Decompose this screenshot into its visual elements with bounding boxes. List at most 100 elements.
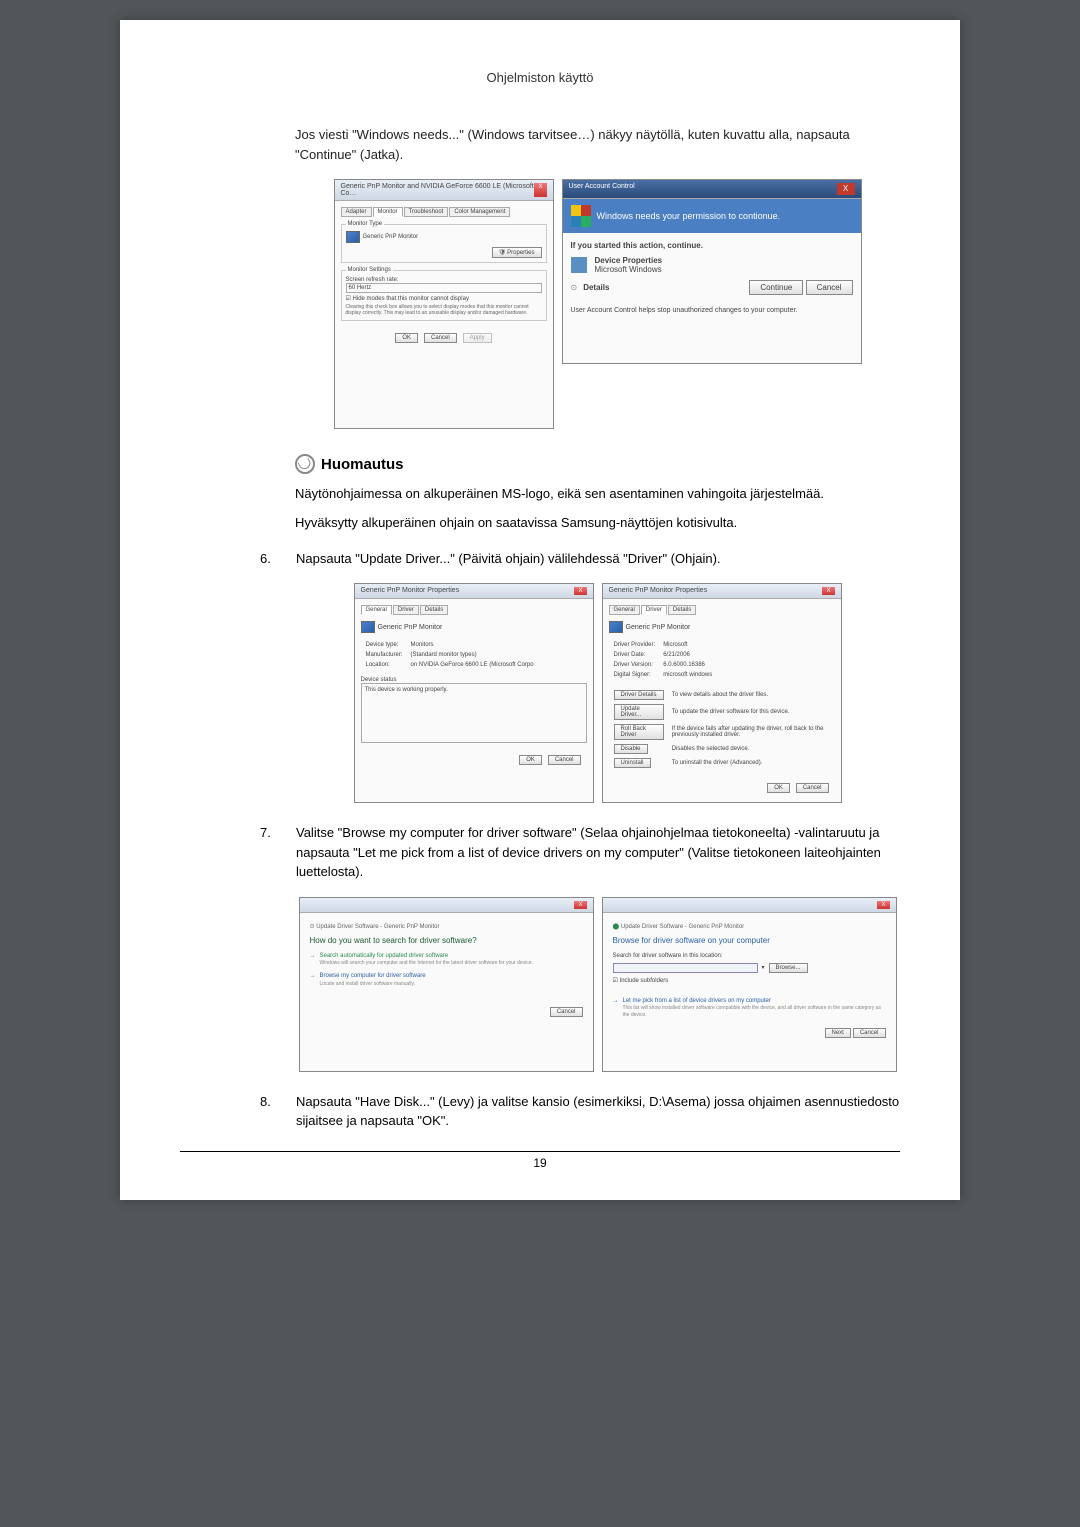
step-8: 8. Napsauta "Have Disk..." (Levy) ja val…: [260, 1092, 900, 1131]
dialog-titlebar: Generic PnP Monitor Properties X: [355, 584, 593, 599]
cancel-button[interactable]: Cancel: [853, 1028, 886, 1038]
monitor-name: Generic PnP Monitor: [626, 624, 691, 631]
apply-button[interactable]: Apply: [463, 333, 492, 343]
close-icon[interactable]: X: [837, 183, 855, 195]
update-wizard-1: X ⊙ Update Driver Software - Generic PnP…: [299, 897, 594, 1072]
close-icon[interactable]: X: [574, 901, 586, 909]
dialog-tabs: Adapter Monitor Troubleshoot Color Manag…: [341, 207, 547, 217]
dialog-title: Generic PnP Monitor and NVIDIA GeForce 6…: [341, 183, 535, 197]
wizard-title: ⬤ Update Driver Software - Generic PnP M…: [613, 923, 886, 930]
page-number: 19: [533, 1156, 546, 1170]
close-icon[interactable]: X: [574, 587, 586, 595]
continue-button[interactable]: Continue: [749, 280, 803, 295]
status-box: This device is working properly.: [361, 683, 587, 743]
update-wizard-2: X ⬤ Update Driver Software - Generic PnP…: [602, 897, 897, 1072]
wizard-title: ⊙ Update Driver Software - Generic PnP M…: [310, 923, 583, 930]
tab-adapter[interactable]: Adapter: [341, 207, 372, 217]
wizard-option-1[interactable]: Search automatically for updated driver …: [310, 953, 583, 967]
cancel-button[interactable]: Cancel: [550, 1007, 583, 1017]
properties-button[interactable]: Properties: [492, 247, 542, 258]
screenshot-row-2: Generic PnP Monitor Properties X General…: [295, 583, 900, 803]
device-info-table: Device type:Monitors Manufacturer:(Stand…: [361, 639, 539, 671]
tab-details[interactable]: Details: [420, 605, 448, 615]
step-text: Napsauta "Have Disk..." (Levy) ja valits…: [296, 1092, 900, 1131]
uac-started-text: If you started this action, continue.: [571, 241, 853, 250]
ok-button[interactable]: OK: [767, 783, 790, 793]
note-line-2: Hyväksytty alkuperäinen ohjain on saatav…: [295, 513, 900, 534]
uac-banner-text: Windows needs your permission to contion…: [597, 211, 781, 221]
page-header: Ohjelmiston käyttö: [180, 70, 900, 85]
disable-button[interactable]: Disable: [614, 744, 648, 754]
dialog-title: Generic PnP Monitor Properties: [361, 587, 460, 595]
refresh-select[interactable]: 60 Hertz: [346, 283, 542, 293]
uac-dialog: User Account Control X Windows needs you…: [562, 179, 862, 364]
wizard-heading: Browse for driver software on your compu…: [613, 936, 886, 945]
next-button[interactable]: Next: [825, 1028, 851, 1038]
monitor-icon: [609, 621, 623, 633]
cancel-button[interactable]: Cancel: [806, 280, 853, 295]
dialog-titlebar: X: [603, 898, 896, 913]
arrow-icon: [310, 953, 316, 967]
uac-prop-label: Device Properties: [595, 256, 663, 265]
device-props-general: Generic PnP Monitor Properties X General…: [354, 583, 594, 803]
hide-modes-desc: Clearing this check box allows you to se…: [346, 304, 542, 316]
chevron-down-icon[interactable]: ⊙: [571, 283, 578, 292]
note-line-1: Näytönohjaimessa on alkuperäinen MS-logo…: [295, 484, 900, 505]
tab-driver[interactable]: Driver: [641, 605, 667, 615]
close-icon[interactable]: X: [822, 587, 834, 595]
uac-ms-label: Microsoft Windows: [595, 265, 663, 274]
device-icon: [571, 257, 587, 273]
cancel-button[interactable]: Cancel: [548, 755, 581, 765]
cancel-button[interactable]: Cancel: [796, 783, 829, 793]
intro-paragraph: Jos viesti "Windows needs..." (Windows t…: [180, 125, 900, 164]
driver-details-button[interactable]: Driver Details: [614, 690, 664, 700]
screenshot-row-3: X ⊙ Update Driver Software - Generic PnP…: [295, 897, 900, 1072]
include-subfolders-checkbox[interactable]: ☑ Include subfolders: [613, 977, 886, 984]
tab-driver[interactable]: Driver: [393, 605, 419, 615]
step-number: 6.: [260, 549, 278, 569]
step-number: 8.: [260, 1092, 278, 1131]
cancel-button[interactable]: Cancel: [424, 333, 457, 343]
ok-button[interactable]: OK: [519, 755, 542, 765]
dialog-titlebar: Generic PnP Monitor Properties X: [603, 584, 841, 599]
close-icon[interactable]: X: [877, 901, 889, 909]
monitor-type-label: Monitor Type: [346, 221, 385, 227]
tab-general[interactable]: General: [361, 605, 392, 615]
step-7: 7. Valitse "Browse my computer for drive…: [260, 823, 900, 882]
step-text: Valitse "Browse my computer for driver s…: [296, 823, 900, 882]
uac-banner: Windows needs your permission to contion…: [563, 199, 861, 233]
arrow-icon: [613, 998, 619, 1019]
wizard-pick-option[interactable]: Let me pick from a list of device driver…: [613, 998, 886, 1019]
ok-button[interactable]: OK: [395, 333, 418, 343]
uac-titlebar: User Account Control X: [563, 180, 861, 199]
step-number: 7.: [260, 823, 278, 882]
monitor-properties-dialog: Generic PnP Monitor and NVIDIA GeForce 6…: [334, 179, 554, 429]
shield-icon: [571, 205, 591, 227]
driver-info-table: Driver Provider:Microsoft Driver Date:6/…: [609, 639, 718, 681]
tab-general[interactable]: General: [609, 605, 640, 615]
settings-label: Monitor Settings: [346, 267, 393, 273]
tab-color[interactable]: Color Management: [449, 207, 510, 217]
browse-button[interactable]: Browse...: [769, 963, 808, 973]
search-label: Search for driver software in this locat…: [613, 953, 886, 959]
device-props-driver: Generic PnP Monitor Properties X General…: [602, 583, 842, 803]
hide-modes-checkbox[interactable]: ☑ Hide modes that this monitor cannot di…: [346, 295, 542, 302]
page-footer: 19: [180, 1151, 900, 1170]
tab-troubleshoot[interactable]: Troubleshoot: [404, 207, 449, 217]
dialog-titlebar: X: [300, 898, 593, 913]
tab-monitor[interactable]: Monitor: [373, 207, 403, 217]
update-driver-button[interactable]: Update Driver...: [614, 704, 664, 720]
close-icon[interactable]: X: [534, 183, 546, 197]
tab-details[interactable]: Details: [668, 605, 696, 615]
dropdown-icon[interactable]: ▾: [762, 964, 765, 971]
note-section: Huomautus Näytönohjaimessa on alkuperäin…: [295, 454, 900, 534]
path-input[interactable]: [613, 963, 758, 973]
uac-footer-text: User Account Control helps stop unauthor…: [571, 301, 853, 314]
step-6: 6. Napsauta "Update Driver..." (Päivitä …: [260, 549, 900, 569]
uninstall-button[interactable]: Uninstall: [614, 758, 651, 768]
monitor-name: Generic PnP Monitor: [363, 234, 419, 240]
details-label[interactable]: Details: [583, 283, 609, 292]
rollback-driver-button[interactable]: Roll Back Driver: [614, 724, 664, 740]
monitor-icon: [346, 231, 360, 243]
wizard-option-2[interactable]: Browse my computer for driver software L…: [310, 973, 583, 987]
